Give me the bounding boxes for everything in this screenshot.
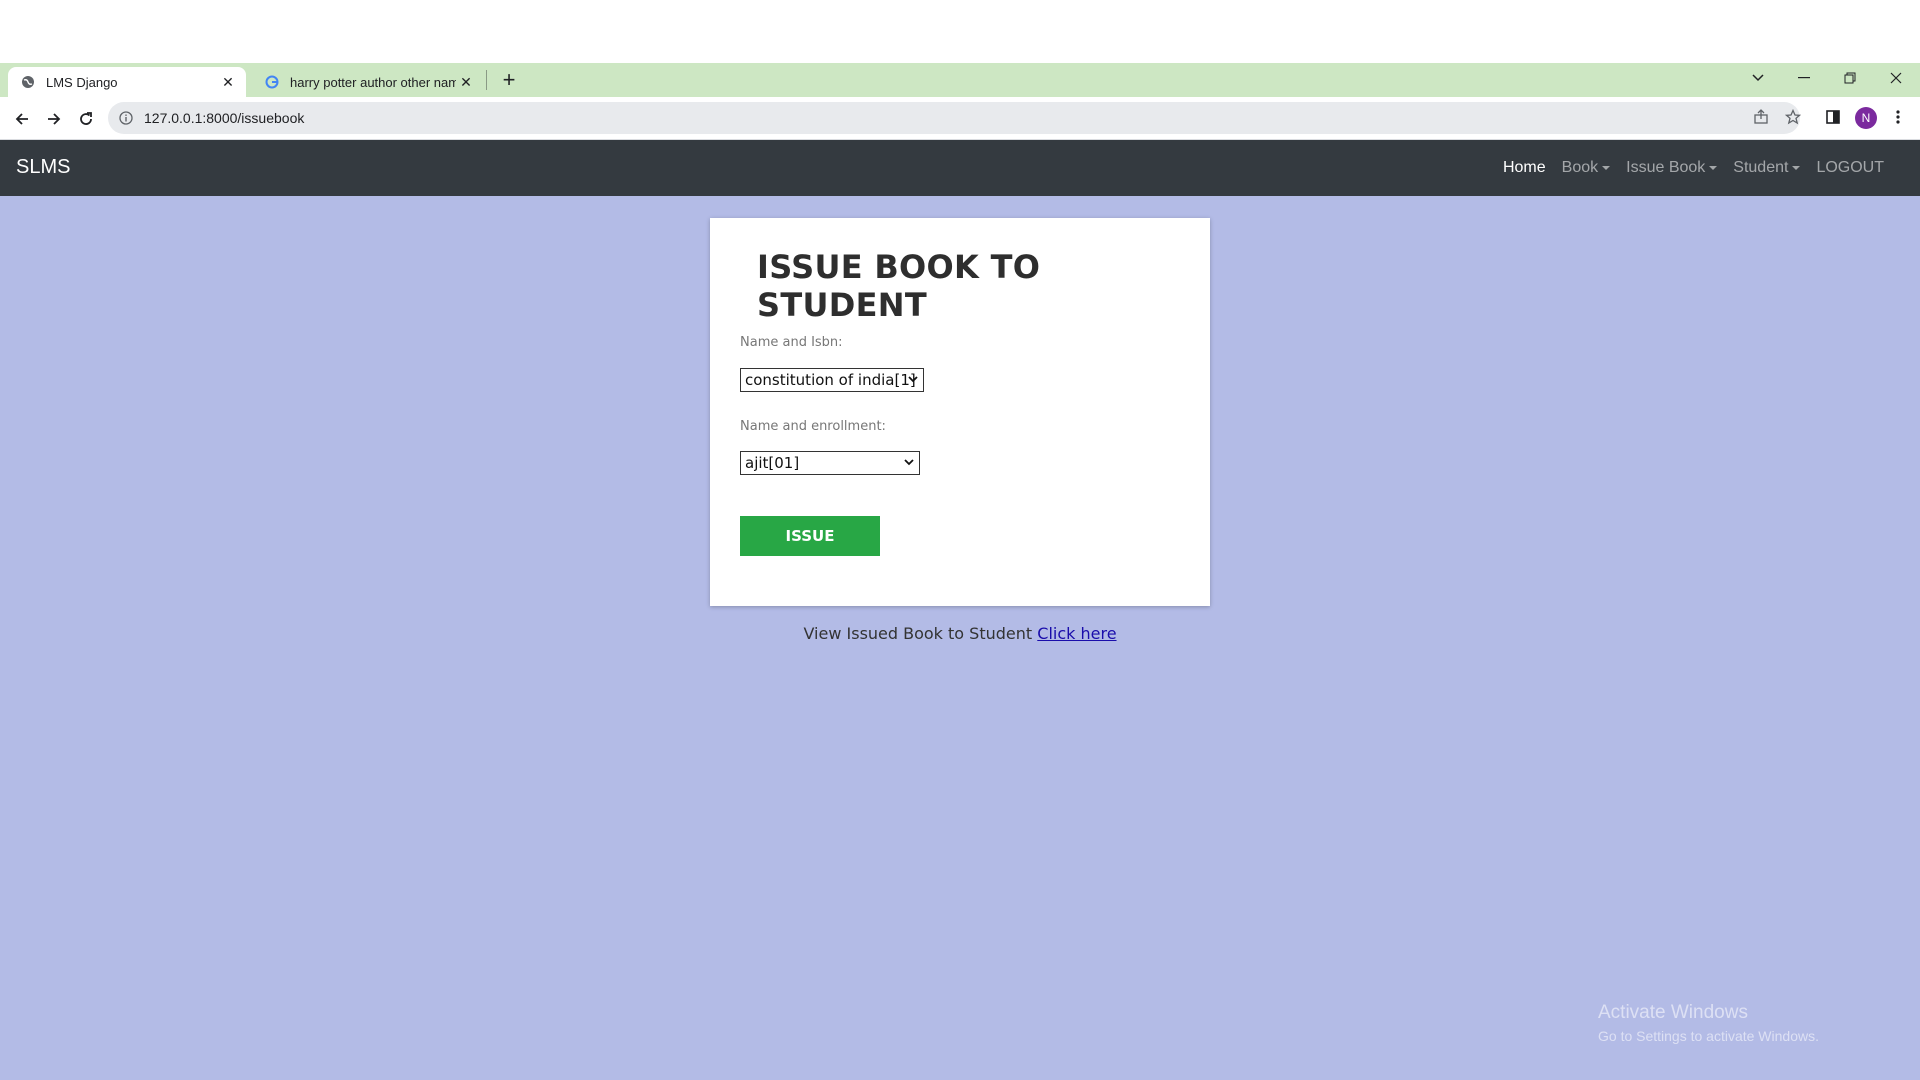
caret-down-icon (1792, 166, 1801, 170)
nav-logout-label: LOGOUT (1816, 159, 1884, 176)
minimize-icon[interactable] (1782, 63, 1826, 93)
site-navbar: SLMS Home Book Issue Book Student LOGOUT (0, 140, 1920, 196)
window-close-icon[interactable] (1874, 63, 1918, 93)
book-select-label: Name and Isbn: (740, 335, 843, 350)
nav-issue-book-dropdown[interactable]: Issue Book (1618, 159, 1725, 177)
chevron-down-icon (906, 372, 920, 386)
tab-title: LMS Django (46, 74, 118, 90)
issue-book-card: ISSUE BOOK TO STUDENT Name and Isbn: con… (710, 218, 1210, 606)
tab-google-search[interactable]: harry potter author other name ✕ (252, 67, 484, 97)
browser-tabstrip: LMS Django ✕ harry potter author other n… (0, 63, 1920, 97)
caret-down-icon (1602, 166, 1611, 170)
book-select-value: constitution of india[1] (745, 371, 916, 389)
browser-toolbar: 127.0.0.1:8000/issuebook N (0, 97, 1920, 140)
address-bar[interactable]: 127.0.0.1:8000/issuebook (108, 102, 1800, 134)
more-menu-icon[interactable] (1884, 103, 1912, 131)
view-issued-line: View Issued Book to Student Click here (0, 624, 1920, 643)
brand-logo[interactable]: SLMS (16, 156, 70, 179)
close-icon[interactable]: ✕ (218, 72, 238, 92)
page-title: ISSUE BOOK TO STUDENT (757, 248, 1041, 324)
chevron-down-icon (902, 455, 916, 469)
watermark-title: Activate Windows (1598, 1002, 1748, 1023)
share-icon[interactable] (1747, 103, 1775, 131)
close-icon[interactable]: ✕ (456, 72, 476, 92)
student-select-value: ajit[01] (745, 454, 800, 472)
profile-avatar[interactable]: N (1855, 107, 1877, 129)
site-info-icon[interactable] (118, 110, 134, 126)
google-icon (264, 74, 280, 90)
nav-logout[interactable]: LOGOUT (1808, 159, 1892, 177)
click-here-link[interactable]: Click here (1037, 624, 1116, 643)
watermark-subtitle: Go to Settings to activate Windows. (1598, 1028, 1819, 1044)
nav-student-dropdown[interactable]: Student (1725, 159, 1808, 177)
windows-activation-watermark: Activate Windows Go to Settings to activ… (1598, 1002, 1819, 1044)
nav-home[interactable]: Home (1495, 159, 1554, 177)
student-select[interactable]: ajit[01] (740, 451, 920, 475)
book-select[interactable]: constitution of india[1] (740, 368, 924, 392)
side-panel-icon[interactable] (1819, 103, 1847, 131)
restore-icon[interactable] (1828, 63, 1872, 93)
new-tab-plus-icon[interactable]: + (496, 67, 522, 93)
tab-search-chevron-icon[interactable] (1736, 63, 1780, 93)
nav-book-dropdown[interactable]: Book (1554, 159, 1618, 177)
forward-arrow-icon[interactable] (40, 105, 68, 133)
caret-down-icon (1709, 166, 1718, 170)
student-select-label: Name and enrollment: (740, 419, 886, 434)
reload-icon[interactable] (72, 105, 100, 133)
nav-home-label: Home (1502, 159, 1546, 176)
view-issued-text: View Issued Book to Student (803, 624, 1033, 643)
globe-icon (20, 74, 36, 90)
web-page: SLMS Home Book Issue Book Student LOGOUT… (0, 140, 1920, 1080)
url-text: 127.0.0.1:8000/issuebook (144, 110, 305, 126)
nav-links: Home Book Issue Book Student LOGOUT (1495, 140, 1892, 196)
top-blank-area (0, 0, 1920, 63)
tab-title: harry potter author other name (290, 74, 456, 90)
tab-separator (486, 70, 487, 90)
back-arrow-icon[interactable] (8, 105, 36, 133)
tab-lms-django[interactable]: LMS Django ✕ (8, 67, 246, 97)
nav-student-label: Student (1733, 159, 1789, 176)
nav-book-label: Book (1561, 159, 1599, 176)
bookmark-star-icon[interactable] (1779, 103, 1807, 131)
issue-button[interactable]: ISSUE (740, 516, 880, 556)
nav-issue-book-label: Issue Book (1626, 159, 1706, 176)
